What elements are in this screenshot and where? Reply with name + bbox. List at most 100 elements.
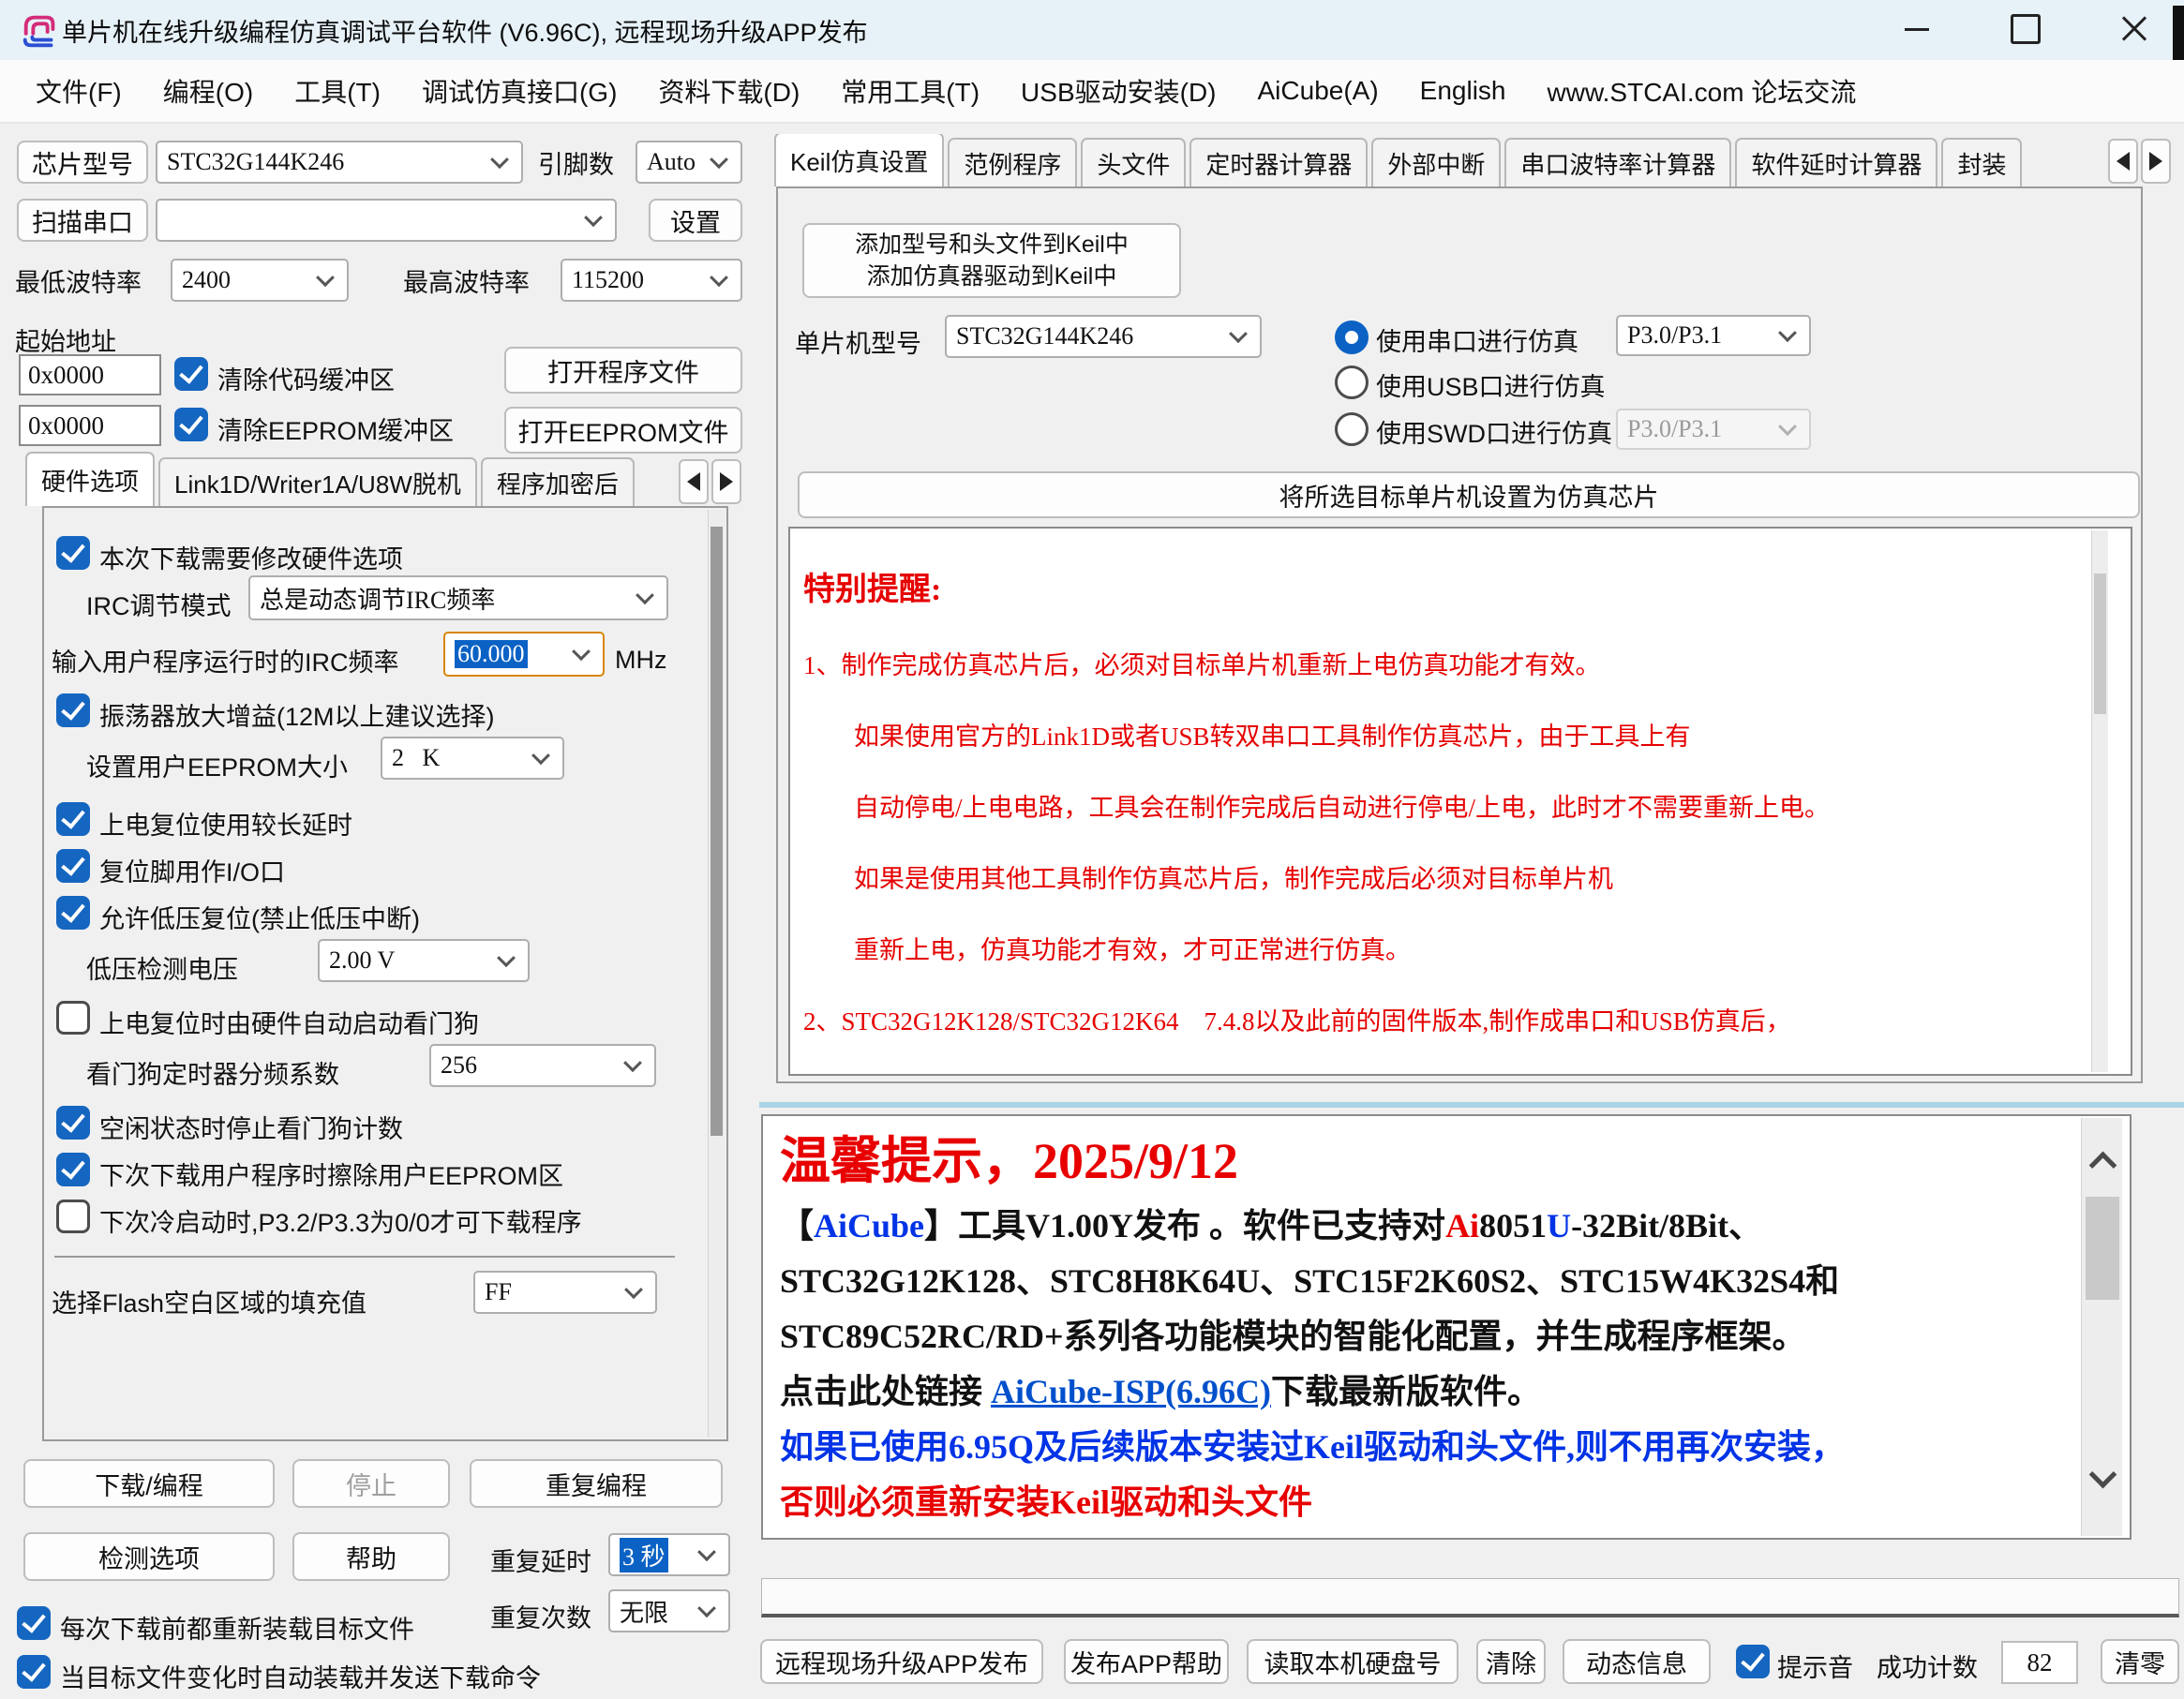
notice-scrollbar-thumb[interactable] [2086,1197,2119,1300]
add-keil-button[interactable]: 添加型号和头文件到Keil中 添加仿真器驱动到Keil中 [802,223,1181,298]
read-disk-id-button[interactable]: 读取本机硬盘号 [1247,1639,1458,1684]
lvd-select[interactable]: 2.00 V [318,939,530,982]
clear-code-checkbox[interactable] [174,357,208,391]
close-icon [2120,15,2148,43]
cold-start-checkbox[interactable] [56,1200,90,1233]
irc-freq-combo[interactable]: 60.000 [443,632,605,677]
aicube-isp-link[interactable]: AiCube-ISP(6.96C) [991,1373,1271,1410]
eeprom-size-select[interactable]: 2 K [381,737,564,780]
hw-panel-scrollbar[interactable] [708,510,725,1438]
menu-file[interactable]: 文件(F) [15,72,142,110]
clear-eeprom-checkbox[interactable] [174,408,208,441]
sim-serial-radio[interactable] [1335,320,1369,354]
title-bar: 单片机在线升级编程仿真调试平台软件 (V6.96C), 远程现场升级APP发布 [0,0,2184,60]
lvr-checkbox[interactable] [56,896,90,930]
tab-package[interactable]: 封装 [1941,138,2022,186]
menu-program[interactable]: 编程(O) [142,72,274,110]
chip-model-select[interactable]: STC32G144K246 [156,141,523,184]
clear-button[interactable]: 清除 [1476,1639,1546,1684]
beep-checkbox[interactable] [1736,1645,1770,1678]
alert-line: 自动停电/上电电路，工具会在制作完成后自动进行停电/上电，此时才不需要重新上电。 [803,789,2087,827]
alert-line: 如果使用官方的Link1D或者USB转双串口工具制作仿真芯片，由于工具上有 [803,718,2087,755]
app-help-button[interactable]: 发布APP帮助 [1064,1639,1229,1684]
tab-header-files[interactable]: 头文件 [1081,138,1186,186]
tab-uart-baud-calculator[interactable]: 串口波特率计算器 [1504,138,1731,186]
wdt-div-select[interactable]: 256 [429,1044,656,1087]
wdt-idle-checkbox[interactable] [56,1106,90,1140]
min-baud-select[interactable]: 2400 [171,259,349,302]
repeat-delay-select[interactable]: 3 秒 [608,1533,730,1576]
sim-swd-radio[interactable] [1335,412,1369,446]
open-program-button[interactable]: 打开程序文件 [504,347,742,394]
scroll-down-icon[interactable] [2089,1461,2117,1489]
check-options-button[interactable]: 检测选项 [23,1532,275,1581]
tab-timer-calculator[interactable]: 定时器计算器 [1189,138,1368,186]
sim-swd-port-select[interactable]: P3.0/P3.1 [1616,409,1811,450]
menu-common-tools[interactable]: 常用工具(T) [820,72,1000,110]
reload-checkbox[interactable] [17,1606,51,1640]
osc-gain-checkbox[interactable] [56,693,90,727]
tab-link1d-offline[interactable]: Link1D/Writer1A/U8W脱机 [158,457,477,506]
reset-io-checkbox[interactable] [56,849,90,883]
minimize-button[interactable] [1872,0,1962,58]
right-tabs-scroll-left-button[interactable] [2108,139,2138,184]
hw-panel-scrollbar-thumb[interactable] [711,527,723,1136]
dynamic-info-button[interactable]: 动态信息 [1563,1639,1711,1684]
menu-english[interactable]: English [1399,76,1527,106]
tab-hardware-options[interactable]: 硬件选项 [25,452,155,506]
tab-example-programs[interactable]: 范例程序 [948,138,1077,186]
repeat-count-select[interactable]: 无限 [608,1589,730,1632]
port-settings-button[interactable]: 设置 [649,199,742,242]
close-button[interactable] [2089,0,2179,58]
modify-hw-checkbox[interactable] [56,536,90,570]
erase-eeprom-checkbox[interactable] [56,1153,90,1186]
maximize-button[interactable] [1981,0,2071,58]
stop-button[interactable]: 停止 [292,1459,450,1508]
menu-aicube[interactable]: AiCube(A) [1237,76,1399,106]
sim-serial-port-select[interactable]: P3.0/P3.1 [1616,315,1811,356]
repeat-program-button[interactable]: 重复编程 [470,1459,723,1508]
set-target-button[interactable]: 将所选目标单片机设置为仿真芯片 [798,471,2140,518]
beep-label: 提示音 [1777,1645,1853,1686]
notice-scrollbar[interactable] [2081,1118,2122,1536]
chip-model-button[interactable]: 芯片型号 [17,141,148,184]
scroll-up-icon[interactable] [2089,1152,2117,1180]
mcu-model-label: 单片机型号 [795,320,921,362]
reset-count-button[interactable]: 清零 [2101,1639,2179,1684]
menu-tools[interactable]: 工具(T) [274,72,401,110]
alert-scrollbar-thumb[interactable] [2094,574,2106,714]
menu-downloads[interactable]: 资料下载(D) [637,72,820,110]
alert-line: 1、制作完成仿真芯片后，必须对目标单片机重新上电仿真功能才有效。 [803,647,2087,684]
eeprom-size-label: 设置用户EEPROM大小 [86,744,348,785]
tab-software-delay-calculator[interactable]: 软件延时计算器 [1735,138,1937,186]
menu-website[interactable]: www.STCAI.com 论坛交流 [1527,72,1877,110]
download-button[interactable]: 下载/编程 [23,1459,275,1508]
right-tabs-scroll-right-button[interactable] [2141,139,2171,184]
publish-app-button[interactable]: 远程现场升级APP发布 [760,1639,1043,1684]
splitter-handle[interactable] [759,1102,2184,1108]
left-tabs-scroll-left-button[interactable] [679,459,709,504]
left-tabs-scroll-right-button[interactable] [711,459,741,504]
scan-port-button[interactable]: 扫描串口 [17,199,148,242]
mcu-model-select[interactable]: STC32G144K246 [945,315,1262,358]
menu-debug-interface[interactable]: 调试仿真接口(G) [401,72,637,110]
max-baud-select[interactable]: 115200 [561,259,742,302]
flash-fill-select[interactable]: FF [473,1271,657,1314]
tab-external-interrupt[interactable]: 外部中断 [1371,138,1501,186]
eeprom-address-input[interactable]: 0x0000 [19,405,161,446]
sim-usb-radio[interactable] [1335,365,1369,399]
help-button[interactable]: 帮助 [292,1532,450,1581]
open-eeprom-button[interactable]: 打开EEPROM文件 [504,407,742,454]
irc-freq-unit-label: MHz [615,639,667,680]
serial-port-select[interactable] [156,199,617,242]
tab-keil-sim-settings[interactable]: Keil仿真设置 [774,134,944,186]
tab-program-encrypt[interactable]: 程序加密后 [481,457,635,506]
menu-usb-driver[interactable]: USB驱动安装(D) [1000,72,1236,110]
autoload-checkbox[interactable] [17,1655,51,1689]
irc-mode-select[interactable]: 总是动态调节IRC频率 [248,575,668,620]
long-reset-checkbox[interactable] [56,802,90,836]
alert-scrollbar[interactable] [2091,530,2108,1072]
wdt-hw-checkbox[interactable] [56,1001,90,1035]
pin-count-select[interactable]: Auto [636,141,742,184]
code-address-input[interactable]: 0x0000 [19,354,161,395]
